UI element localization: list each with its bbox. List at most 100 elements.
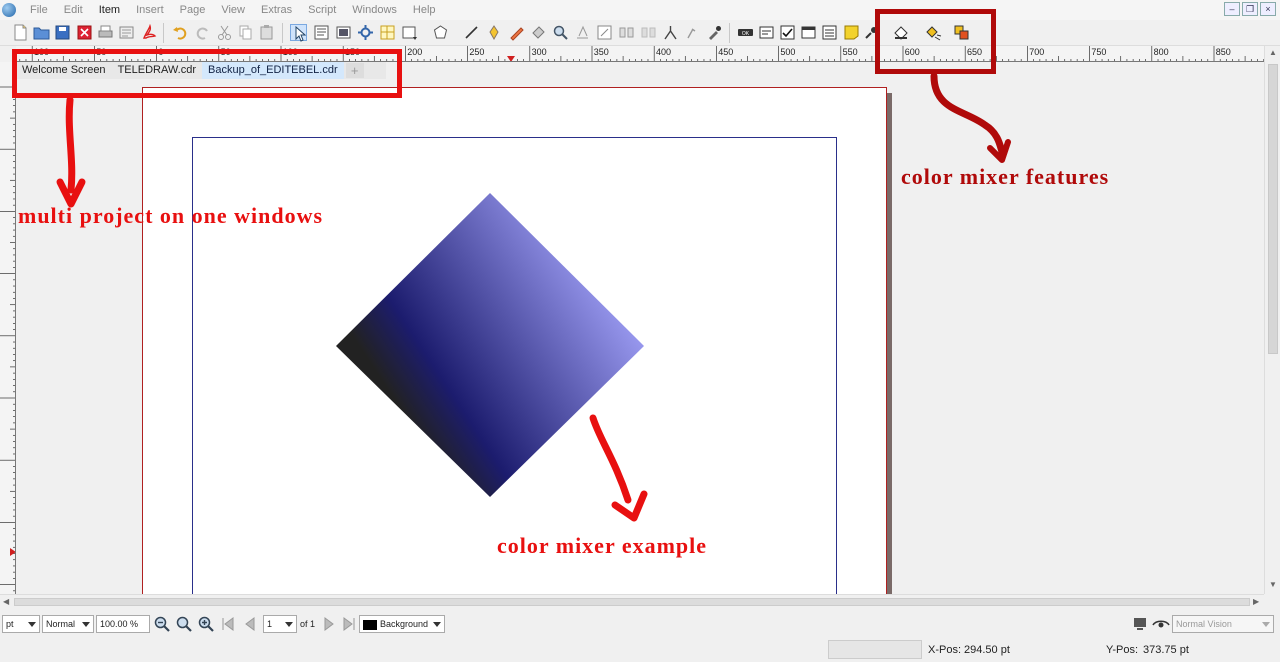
menu-file[interactable]: File [22, 0, 56, 20]
redo-icon[interactable] [194, 24, 211, 41]
pdf-annotation-icon[interactable] [843, 24, 860, 41]
monitor-icon[interactable] [1132, 615, 1150, 633]
freehand-tool-icon[interactable] [508, 24, 525, 41]
measure-tool-icon[interactable] [662, 24, 679, 41]
horizontal-scrollbar[interactable]: ◀ ▶ [0, 594, 1264, 608]
toolbar: OK [0, 20, 1280, 46]
menu-windows[interactable]: Windows [344, 0, 405, 20]
print-icon[interactable] [97, 24, 114, 41]
vision-eye-icon[interactable] [1152, 615, 1170, 633]
previous-page-icon[interactable] [241, 615, 259, 633]
render-frame-icon[interactable] [357, 24, 374, 41]
open-folder-icon[interactable] [33, 24, 50, 41]
edit-text-icon[interactable] [574, 24, 591, 41]
polygon-tool-icon[interactable] [432, 24, 449, 41]
menu-help[interactable]: Help [405, 0, 444, 20]
x-position-label: X-Pos: [928, 644, 962, 656]
menu-page[interactable]: Page [172, 0, 214, 20]
copy-properties-icon[interactable] [684, 24, 701, 41]
document-canvas[interactable] [17, 79, 1264, 594]
pdf-listbox-icon[interactable] [821, 24, 838, 41]
menu-script[interactable]: Script [300, 0, 344, 20]
vertical-scrollbar[interactable]: ▲ ▼ [1264, 46, 1280, 594]
ruler-label: 300 [532, 47, 547, 57]
ruler-label: 350 [594, 47, 609, 57]
pdf-combobox-icon[interactable] [800, 24, 817, 41]
shape-tool-icon[interactable] [401, 24, 418, 41]
gradient-diamond-shape[interactable] [336, 193, 644, 497]
preview-mode-value: Normal [46, 619, 76, 629]
zoom-tool-icon[interactable] [552, 24, 569, 41]
scroll-up-icon[interactable]: ▲ [1269, 48, 1277, 57]
ruler-label: 800 [1154, 47, 1169, 57]
restore-button[interactable]: ❐ [1242, 2, 1258, 16]
y-position-label: Y-Pos: [1106, 644, 1139, 656]
unit-value: pt [6, 619, 14, 629]
save-icon[interactable] [54, 24, 71, 41]
horizontal-scroll-thumb[interactable] [14, 598, 1250, 606]
last-page-icon[interactable] [340, 615, 358, 633]
next-page-icon[interactable] [320, 615, 338, 633]
scroll-down-icon[interactable]: ▼ [1269, 580, 1277, 589]
view-toolbar: pt Normal 100.00 % 1 of 1 Background Nor… [0, 611, 1280, 637]
ruler-ticks-vertical [0, 86, 15, 592]
ruler-label: 200 [407, 47, 422, 57]
zoom-in-icon[interactable] [197, 615, 215, 633]
zoom-100-icon[interactable] [175, 615, 193, 633]
ruler-label: 700 [1029, 47, 1044, 57]
zoom-out-icon[interactable] [153, 615, 171, 633]
menu-item[interactable]: Item [91, 0, 128, 20]
pdf-checkbox-icon[interactable] [779, 24, 796, 41]
copy-icon[interactable] [237, 24, 254, 41]
cut-icon[interactable] [216, 24, 233, 41]
ruler-label: 550 [843, 47, 858, 57]
new-document-icon[interactable] [12, 24, 29, 41]
vision-select[interactable]: Normal Vision [1172, 615, 1274, 633]
pdf-textfield-icon[interactable] [758, 24, 775, 41]
ruler-label: 250 [469, 47, 484, 57]
vertical-ruler[interactable] [0, 62, 16, 594]
canvas-shapes [336, 193, 644, 497]
layer-select[interactable]: Background [359, 615, 445, 633]
image-frame-icon[interactable] [335, 24, 352, 41]
window-controls: – ❐ × [1224, 2, 1276, 16]
vision-value: Normal Vision [1176, 619, 1232, 629]
ruler-position-marker [507, 56, 515, 61]
line-tool-icon[interactable] [463, 24, 480, 41]
layer-value: Background [380, 619, 429, 629]
minimize-button[interactable]: – [1224, 2, 1240, 16]
preview-mode-select[interactable]: Normal [42, 615, 94, 633]
undo-icon[interactable] [172, 24, 189, 41]
bezier-tool-icon[interactable] [486, 24, 503, 41]
unlink-frames-icon[interactable] [640, 24, 657, 41]
table-icon[interactable] [379, 24, 396, 41]
first-page-icon[interactable] [219, 615, 237, 633]
pdf-button-icon[interactable]: OK [737, 24, 754, 41]
menu-insert[interactable]: Insert [128, 0, 172, 20]
scroll-left-icon[interactable]: ◀ [3, 597, 9, 606]
export-pdf-icon[interactable] [140, 24, 157, 41]
vertical-scroll-thumb[interactable] [1268, 64, 1278, 354]
ruler-label: 500 [780, 47, 795, 57]
close-document-icon[interactable] [76, 24, 93, 41]
zoom-input[interactable]: 100.00 % [96, 615, 150, 633]
app-logo-icon [2, 3, 16, 17]
status-message-box [828, 640, 922, 659]
annotation-mixer-example: color mixer example [497, 533, 708, 558]
ruler-label: 750 [1091, 47, 1106, 57]
unit-select[interactable]: pt [2, 615, 40, 633]
close-button[interactable]: × [1260, 2, 1276, 16]
paste-icon[interactable] [258, 24, 275, 41]
menu-extras[interactable]: Extras [253, 0, 300, 20]
rotate-tool-icon[interactable] [530, 24, 547, 41]
scroll-right-icon[interactable]: ▶ [1253, 597, 1259, 606]
menu-edit[interactable]: Edit [56, 0, 91, 20]
text-frame-icon[interactable] [313, 24, 330, 41]
preflight-icon[interactable] [118, 24, 135, 41]
eyedropper-icon[interactable] [706, 24, 723, 41]
select-tool-icon[interactable] [290, 24, 307, 42]
page-number-select[interactable]: 1 [263, 615, 297, 633]
edit-frame-icon[interactable] [596, 24, 613, 41]
link-frames-icon[interactable] [618, 24, 635, 41]
menu-view[interactable]: View [213, 0, 253, 20]
